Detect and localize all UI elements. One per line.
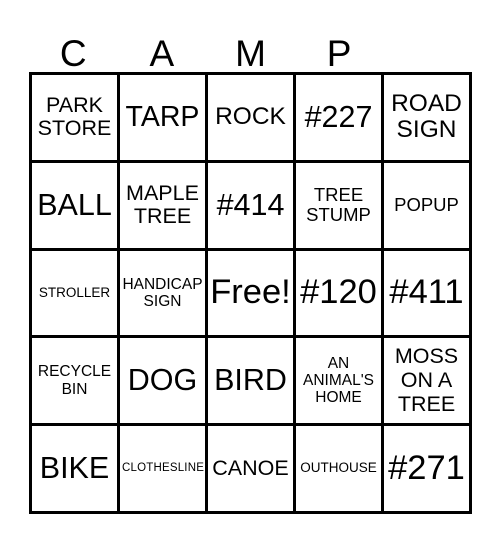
bingo-cell-r3c2[interactable]: HANDICAP SIGN [120,250,208,336]
bingo-cell-r4c4[interactable]: AN ANIMAL'S HOME [296,338,384,424]
bingo-cell-r2c1[interactable]: BALL [32,162,120,248]
bingo-cell-label: RECYCLE BIN [37,363,112,398]
bingo-cell-label: DOG [127,363,198,398]
bingo-cell-r3c5[interactable]: #411 [384,251,469,336]
bingo-header-letter-1: C [59,33,87,74]
bingo-cell-label: CLOTHESLINE [122,462,205,475]
bingo-cell-r4c2[interactable]: DOG [120,338,208,424]
bingo-cell-r1c4[interactable]: #227 [296,75,384,160]
bingo-cell-label: AN ANIMAL'S HOME [302,354,374,407]
bingo-row-3: STROLLER HANDICAP SIGN Free! #120 #411 [32,250,469,339]
bingo-cell-label: HANDICAP SIGN [122,275,203,310]
bingo-cell-r3c1[interactable]: STROLLER [32,250,120,336]
bingo-cell-r2c2[interactable]: MAPLE TREE [120,162,208,248]
bingo-cell-r2c4[interactable]: TREE STUMP [296,162,384,248]
bingo-cell-r2c3[interactable]: #414 [208,162,296,248]
bingo-cell-r1c1[interactable]: PARK STORE [32,75,120,160]
bingo-cell-r4c5[interactable]: MOSS ON A TREE [384,338,469,423]
bingo-cell-r4c1[interactable]: RECYCLE BIN [32,338,120,424]
bingo-row-2: BALL MAPLE TREE #414 TREE STUMP POPUP [32,162,469,251]
bingo-cell-r4c3[interactable]: BIRD [208,338,296,424]
bingo-cell-label: ROAD SIGN [391,89,462,144]
bingo-cell-free-space[interactable]: Free! [208,250,296,336]
bingo-cell-label: OUTHOUSE [300,460,377,476]
bingo-cell-label: POPUP [394,194,459,216]
bingo-header-letter-4: P [326,33,352,74]
bingo-row-5: BIKE CLOTHESLINE CANOE OUTHOUSE #271 [32,426,469,511]
bingo-cell-r5c4[interactable]: OUTHOUSE [296,426,384,511]
bingo-header-row: C A M P [29,22,472,72]
bingo-header-letter-2: A [149,33,175,74]
bingo-cell-label: BALL [37,187,112,222]
bingo-cell-label: BIRD [214,363,287,398]
bingo-cell-label: ROCK [215,103,286,131]
bingo-cell-label: Free! [210,273,291,312]
bingo-cell-r3c4[interactable]: #120 [296,250,384,336]
bingo-cell-r1c5[interactable]: ROAD SIGN [384,75,469,160]
bingo-cell-label: TARP [125,101,200,134]
bingo-cell-label: #414 [216,187,285,222]
bingo-cell-label: CANOE [212,455,289,480]
bingo-cell-r2c5[interactable]: POPUP [384,163,469,248]
bingo-row-1: PARK STORE TARP ROCK #227 ROAD SIGN [32,75,469,163]
bingo-cell-r1c2[interactable]: TARP [120,75,208,160]
bingo-grid: PARK STORE TARP ROCK #227 ROAD SIGN BALL… [29,72,472,514]
bingo-header-letter-3: M [235,33,266,74]
bingo-cell-label: PARK STORE [37,92,112,141]
bingo-cell-r5c5[interactable]: #271 [384,426,469,511]
bingo-cell-label: TREE STUMP [306,184,371,226]
bingo-cell-r1c3[interactable]: ROCK [208,75,296,160]
bingo-cell-label: #411 [389,273,464,312]
bingo-cell-label: #271 [388,448,465,487]
bingo-cell-r5c3[interactable]: CANOE [208,426,296,511]
bingo-cell-label: STROLLER [38,284,111,300]
bingo-cell-label: MAPLE TREE [126,180,199,229]
bingo-cell-label: BIKE [39,451,110,486]
bingo-card: C A M P PARK STORE TARP ROCK #227 ROAD S… [0,0,501,544]
bingo-cell-label: #120 [300,273,377,312]
bingo-header-letter-5 [383,22,472,72]
bingo-row-4: RECYCLE BIN DOG BIRD AN ANIMAL'S HOME MO… [32,338,469,427]
bingo-cell-label: MOSS ON A TREE [394,344,459,416]
bingo-cell-r5c2[interactable]: CLOTHESLINE [120,426,208,511]
bingo-cell-r5c1[interactable]: BIKE [32,426,120,511]
bingo-cell-label: #227 [304,99,373,134]
